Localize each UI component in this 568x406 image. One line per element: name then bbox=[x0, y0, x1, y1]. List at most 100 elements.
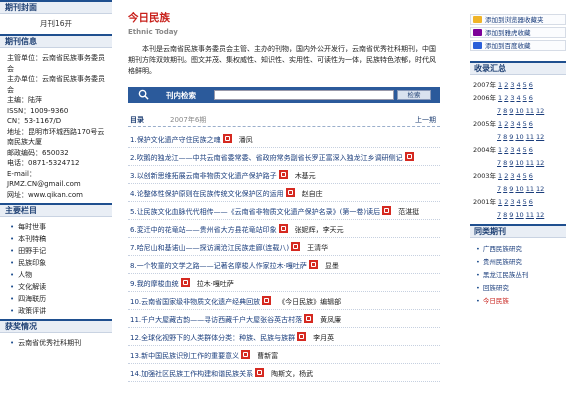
archive-issue-link[interactable]: 6 bbox=[529, 146, 533, 154]
archive-issue-link[interactable]: 4 bbox=[516, 81, 520, 89]
column-menu-item[interactable]: 四海联历 bbox=[10, 293, 112, 305]
archive-issue-link[interactable]: 11 bbox=[526, 107, 534, 115]
same-journal-link[interactable]: 贵州民族研究 bbox=[476, 256, 566, 269]
archive-issue-link[interactable]: 4 bbox=[516, 120, 520, 128]
archive-issue-link[interactable]: 4 bbox=[516, 94, 520, 102]
archive-issue-link[interactable]: 6 bbox=[529, 94, 533, 102]
archive-issue-link[interactable]: 2 bbox=[504, 120, 508, 128]
pdf-icon[interactable] bbox=[304, 314, 314, 323]
archive-issue-link[interactable]: 1 bbox=[498, 81, 502, 89]
archive-issue-link[interactable]: 1 bbox=[498, 120, 502, 128]
archive-issue-link[interactable]: 5 bbox=[523, 120, 527, 128]
archive-issue-link[interactable]: 12 bbox=[536, 211, 544, 219]
archive-issue-link[interactable]: 2 bbox=[504, 172, 508, 180]
column-menu-item[interactable]: 每时世事 bbox=[10, 221, 112, 233]
archive-issue-link[interactable]: 2 bbox=[504, 198, 508, 206]
archive-issue-link[interactable]: 9 bbox=[509, 133, 513, 141]
pdf-icon[interactable] bbox=[308, 260, 318, 269]
article-link[interactable]: 全球化视野下的人类群体分类：种族、民族与族群 bbox=[141, 334, 295, 342]
add-yahoo-button[interactable]: 添加到雅虎收藏 bbox=[470, 27, 566, 38]
pdf-icon[interactable] bbox=[222, 134, 232, 143]
archive-issue-link[interactable]: 10 bbox=[515, 107, 523, 115]
archive-issue-link[interactable]: 1 bbox=[498, 146, 502, 154]
article-link[interactable]: 让民族文化血脉代代相传——《云南省非物质文化遗产保护名录》(第一卷)读后 bbox=[137, 208, 380, 216]
article-link[interactable]: 云南省国家级非物质文化遗产经典回放 bbox=[141, 298, 260, 306]
archive-issue-link[interactable]: 11 bbox=[526, 211, 534, 219]
archive-issue-link[interactable]: 8 bbox=[503, 133, 507, 141]
archive-issue-link[interactable]: 6 bbox=[529, 198, 533, 206]
archive-issue-link[interactable]: 5 bbox=[523, 146, 527, 154]
archive-issue-link[interactable]: 10 bbox=[515, 211, 523, 219]
archive-issue-link[interactable]: 5 bbox=[523, 198, 527, 206]
archive-issue-link[interactable]: 12 bbox=[536, 185, 544, 193]
archive-issue-link[interactable]: 1 bbox=[498, 172, 502, 180]
article-link[interactable]: 保护文化遗产守住民族之魂 bbox=[137, 136, 221, 144]
archive-issue-link[interactable]: 9 bbox=[509, 159, 513, 167]
archive-issue-link[interactable]: 11 bbox=[526, 133, 534, 141]
archive-issue-link[interactable]: 10 bbox=[515, 133, 523, 141]
pdf-icon[interactable] bbox=[382, 206, 392, 215]
column-menu-item[interactable]: 民族印象 bbox=[10, 257, 112, 269]
article-link[interactable]: 変迁中的花竜站——贵州省大方县花竜站印象 bbox=[137, 226, 277, 234]
column-menu-item[interactable]: 文化解读 bbox=[10, 281, 112, 293]
article-link[interactable]: 加强社区民族工作构建和谐民族关系 bbox=[141, 370, 253, 378]
archive-issue-link[interactable]: 8 bbox=[503, 159, 507, 167]
archive-issue-link[interactable]: 9 bbox=[509, 185, 513, 193]
search-input[interactable] bbox=[214, 90, 394, 100]
archive-issue-link[interactable]: 12 bbox=[536, 107, 544, 115]
archive-issue-link[interactable]: 10 bbox=[515, 159, 523, 167]
archive-issue-link[interactable]: 7 bbox=[497, 159, 501, 167]
pdf-icon[interactable] bbox=[404, 152, 414, 161]
archive-issue-link[interactable]: 3 bbox=[510, 172, 514, 180]
archive-issue-link[interactable]: 8 bbox=[503, 185, 507, 193]
same-journal-link[interactable]: 回族研究 bbox=[476, 282, 566, 295]
column-menu-item[interactable]: 政策评讲 bbox=[10, 305, 112, 317]
column-menu-item[interactable]: 本刊特稿 bbox=[10, 233, 112, 245]
pdf-icon[interactable] bbox=[255, 368, 265, 377]
archive-issue-link[interactable]: 4 bbox=[516, 146, 520, 154]
archive-issue-link[interactable]: 6 bbox=[529, 172, 533, 180]
article-link[interactable]: 我的摩梭血统 bbox=[137, 280, 179, 288]
column-menu-item[interactable]: 田野手记 bbox=[10, 245, 112, 257]
archive-issue-link[interactable]: 3 bbox=[510, 146, 514, 154]
pdf-icon[interactable] bbox=[278, 170, 288, 179]
same-journal-link[interactable]: 黑龙江民族丛刊 bbox=[476, 269, 566, 282]
pdf-icon[interactable] bbox=[291, 242, 301, 251]
archive-issue-link[interactable]: 2 bbox=[504, 81, 508, 89]
archive-issue-link[interactable]: 12 bbox=[536, 159, 544, 167]
search-button[interactable]: 检索 bbox=[397, 90, 431, 100]
archive-issue-link[interactable]: 3 bbox=[510, 198, 514, 206]
article-link[interactable]: 一个牧童的文学之路——记著名摩梭人作家拉木·嘎吐萨 bbox=[137, 262, 307, 270]
archive-issue-link[interactable]: 3 bbox=[510, 120, 514, 128]
add-favorites-button[interactable]: 添加到浏览器收藏夹 bbox=[470, 14, 566, 25]
archive-issue-link[interactable]: 9 bbox=[509, 107, 513, 115]
archive-issue-link[interactable]: 7 bbox=[497, 133, 501, 141]
archive-issue-link[interactable]: 7 bbox=[497, 211, 501, 219]
article-link[interactable]: 以创新思维拓展云南非物质文化遗产保护路子 bbox=[137, 172, 277, 180]
archive-issue-link[interactable]: 5 bbox=[523, 94, 527, 102]
archive-issue-link[interactable]: 11 bbox=[526, 185, 534, 193]
archive-issue-link[interactable]: 11 bbox=[526, 159, 534, 167]
prev-issue-link[interactable]: 上一期 bbox=[415, 115, 436, 125]
archive-issue-link[interactable]: 3 bbox=[510, 94, 514, 102]
archive-issue-link[interactable]: 2 bbox=[504, 146, 508, 154]
archive-issue-link[interactable]: 1 bbox=[498, 94, 502, 102]
archive-issue-link[interactable]: 1 bbox=[498, 198, 502, 206]
archive-issue-link[interactable]: 2 bbox=[504, 94, 508, 102]
archive-issue-link[interactable]: 7 bbox=[497, 107, 501, 115]
pdf-icon[interactable] bbox=[278, 224, 288, 233]
archive-issue-link[interactable]: 7 bbox=[497, 185, 501, 193]
archive-issue-link[interactable]: 6 bbox=[529, 81, 533, 89]
add-baidu-button[interactable]: 添加到百度收藏 bbox=[470, 40, 566, 51]
archive-issue-link[interactable]: 5 bbox=[523, 172, 527, 180]
archive-issue-link[interactable]: 10 bbox=[515, 185, 523, 193]
article-link[interactable]: 哈尼山和基诺山——探访澜沧江民族走廊(连载八) bbox=[137, 244, 289, 252]
archive-issue-link[interactable]: 8 bbox=[503, 107, 507, 115]
pdf-icon[interactable] bbox=[297, 332, 307, 341]
archive-issue-link[interactable]: 9 bbox=[509, 211, 513, 219]
archive-issue-link[interactable]: 4 bbox=[516, 172, 520, 180]
archive-issue-link[interactable]: 6 bbox=[529, 120, 533, 128]
article-link[interactable]: 新中国民族识别工作的重要意义 bbox=[141, 352, 239, 360]
article-link[interactable]: 论整体性保护原则在民族传统文化保护区的运用 bbox=[137, 190, 284, 198]
pdf-icon[interactable] bbox=[241, 350, 251, 359]
